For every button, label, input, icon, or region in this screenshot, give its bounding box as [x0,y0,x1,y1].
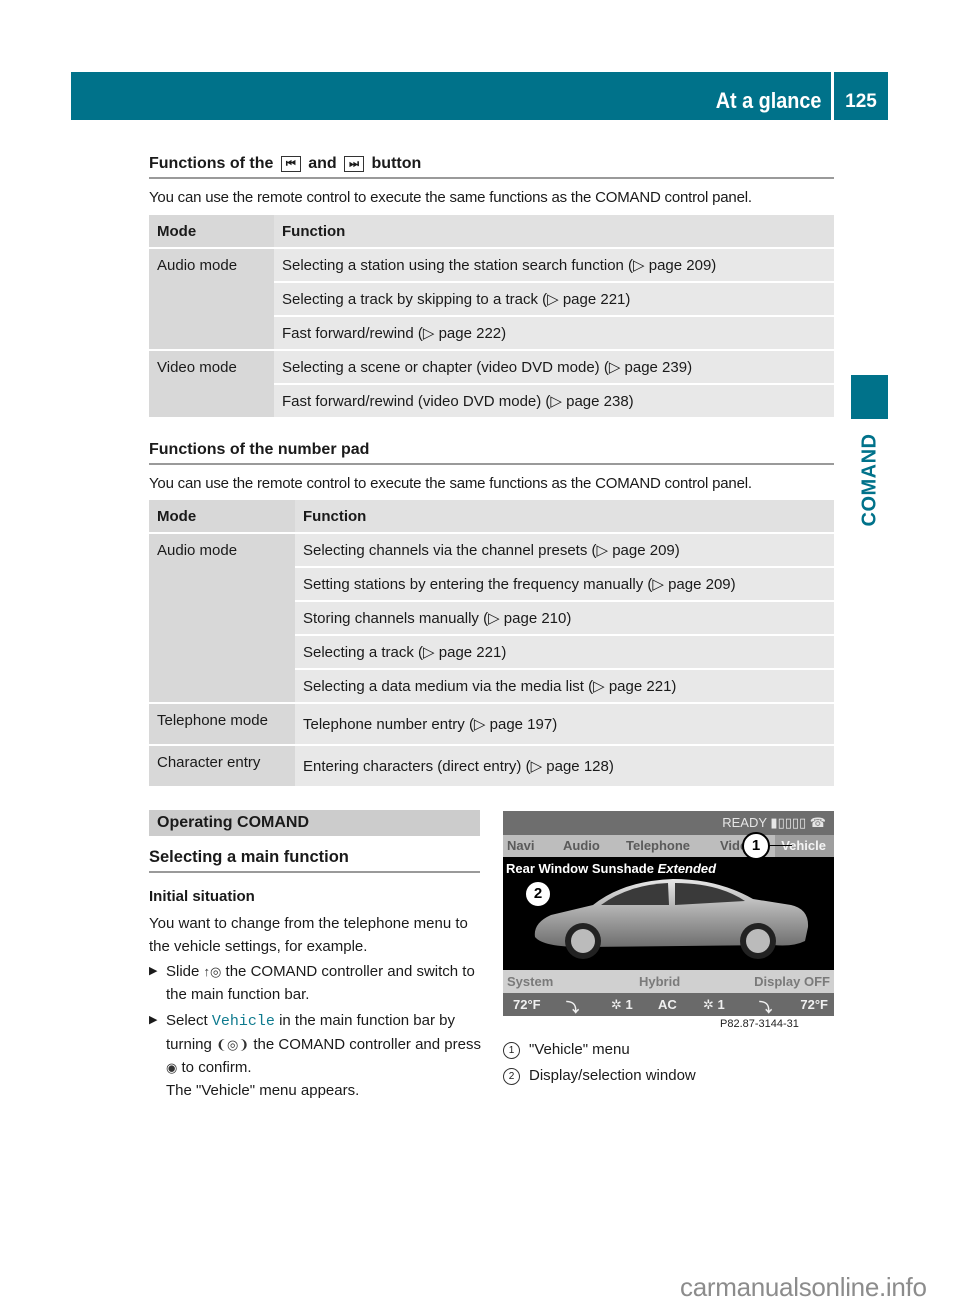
function-cell: Telephone number entry (▷ page 197) [295,704,834,746]
step-text: Slide [166,963,200,980]
fan-left[interactable]: ✲ 1 [611,997,633,1013]
section-title: At a glance [715,88,821,113]
function-cell: Storing channels manually (▷ page 210) [295,602,834,636]
chapter-box-heading: Operating COMAND [149,810,480,836]
table-row: Video mode Selecting a scene or chapter (… [149,351,834,419]
controller-slide-up-icon: ↑◎ [203,964,222,979]
car-illustration [534,879,809,959]
controller-turn-icon: ❨◎❩ [216,1037,250,1052]
caption-status: Extended [657,861,717,876]
function-cell: Selecting a track by skipping to a track… [274,283,834,317]
table-header-row: Mode Function [149,500,834,534]
mode-cell: Audio mode [149,249,274,351]
callout-2: 2 [524,880,552,908]
nav-item-navi[interactable]: Navi [507,838,534,853]
bullet-arrow-icon: ▶ [149,965,158,977]
initial-situation-text: You want to change from the telephone me… [149,915,468,955]
menu-item-code: Vehicle [211,1013,275,1030]
table-row: Telephone mode Telephone number entry (▷ … [149,704,834,746]
legend-text: "Vehicle" menu [529,1041,630,1058]
step-text: Select [166,1012,208,1029]
legend-text: Display/selection window [529,1067,696,1084]
page-number: 125 [845,91,877,112]
side-tab: COMAND [848,430,892,530]
function-cell: Selecting a scene or chapter (video DVD … [274,351,834,385]
subsection-heading: Selecting a main function [149,848,480,873]
mode-cell: Audio mode [149,534,295,704]
legend-item: 1 "Vehicle" menu [503,1041,630,1059]
callout-1: 1 [742,832,770,860]
display-caption: Rear Window Sunshade Extended [506,861,716,876]
bullet-arrow-icon: ▶ [149,1014,158,1026]
nav-item-telephone[interactable]: Telephone [626,838,690,853]
temperature-right[interactable]: 72°F [800,997,828,1012]
section-heading-number-pad: Functions of the number pad [149,441,834,465]
callout-number: 2 [503,1068,520,1085]
column-header-function: Function [274,215,834,249]
menu-item-system[interactable]: System [507,974,553,989]
side-tab-label: COMAND [858,433,881,527]
step-text: the COMAND controller and press [253,1036,481,1053]
callout-number: 1 [503,1042,520,1059]
menu-item-hybrid[interactable]: Hybrid [639,974,680,989]
table-header-row: Mode Function [149,215,834,249]
function-cell: Selecting a station using the station se… [274,249,834,283]
figure-reference: P82.87-3144-31 [720,1018,799,1030]
settings-bar: System Hybrid Display OFF [503,970,834,993]
status-text: READY ▮▯▯▯▯ ☎ [722,815,826,830]
caption-text: Rear Window Sunshade [506,861,654,876]
table-row: Character entry Entering characters (dire… [149,746,834,788]
function-cell: Fast forward/rewind (▷ page 222) [274,317,834,351]
comand-screen-figure: READY ▮▯▯▯▯ ☎ Navi Audio Telephone Vide … [503,811,834,1016]
function-cell: Fast forward/rewind (video DVD mode) (▷ … [274,385,834,419]
side-tab-marker [851,375,888,419]
heading-text: button [371,155,422,172]
watermark: carmanualsonline.info [680,1272,927,1302]
mode-cell: Telephone mode [149,704,295,746]
airflow-left-icon[interactable]: ⤵ [566,997,579,1016]
climate-bar: 72°F ⤵ ✲ 1 AC ✲ 1 ⤵ 72°F [503,993,834,1016]
temperature-left[interactable]: 72°F [513,997,541,1012]
skip-forward-icon: ⏭ [344,156,365,172]
heading-text: Functions of the [149,155,274,172]
function-cell: Selecting a track (▷ page 221) [295,636,834,670]
column-header-mode: Mode [149,500,295,534]
instruction-step: ▶ Select Vehicle in the main function ba… [149,1009,484,1102]
instruction-step: ▶ Slide ↑◎ the COMAND controller and swi… [149,960,484,1006]
table-row: Audio mode Selecting channels via the cha… [149,534,834,704]
column-header-function: Function [295,500,834,534]
car-rim-rear [746,929,770,953]
function-cell: Entering characters (direct entry) (▷ pa… [295,746,834,788]
function-cell: Selecting a data medium via the media li… [295,670,834,704]
controller-press-icon: ◉ [166,1060,178,1075]
nav-item-vehicle[interactable]: Vehicle [775,835,834,857]
car-rim-front [571,929,595,953]
table-row: Audio mode Selecting a station using the … [149,249,834,351]
mode-cell: Video mode [149,351,274,419]
column-header-mode: Mode [149,215,274,249]
status-bar: READY ▮▯▯▯▯ ☎ [503,811,834,835]
mode-cell: Character entry [149,746,295,788]
ac-button[interactable]: AC [658,997,677,1012]
step-text: to confirm. [181,1059,252,1076]
functions-table-skip: Mode Function Audio mode Selecting a statio… [149,215,834,419]
step-result: The "Vehicle" menu appears. [166,1082,360,1099]
menu-item-display-off[interactable]: Display OFF [754,974,830,989]
initial-situation-label: Initial situation [149,888,255,905]
nav-item-audio[interactable]: Audio [563,838,600,853]
page-number-box: 125 [834,72,888,120]
legend-item: 2 Display/selection window [503,1067,696,1085]
section-heading-skip-buttons: Functions of the ⏮ and ⏭ button [149,155,834,179]
function-cell: Selecting channels via the channel prese… [295,534,834,568]
main-function-bar: Navi Audio Telephone Vide Vehicle [503,835,834,857]
heading-text: and [308,155,337,172]
airflow-right-icon[interactable]: ⤵ [759,997,772,1016]
page-header-band: At a glance [71,72,831,120]
skip-back-icon: ⏮ [280,156,301,172]
section-intro: You can use the remote control to execut… [149,189,752,206]
section-intro: You can use the remote control to execut… [149,475,752,492]
functions-table-number-pad: Mode Function Audio mode Selecting channels… [149,500,834,788]
function-cell: Setting stations by entering the frequen… [295,568,834,602]
fan-right[interactable]: ✲ 1 [703,997,725,1013]
